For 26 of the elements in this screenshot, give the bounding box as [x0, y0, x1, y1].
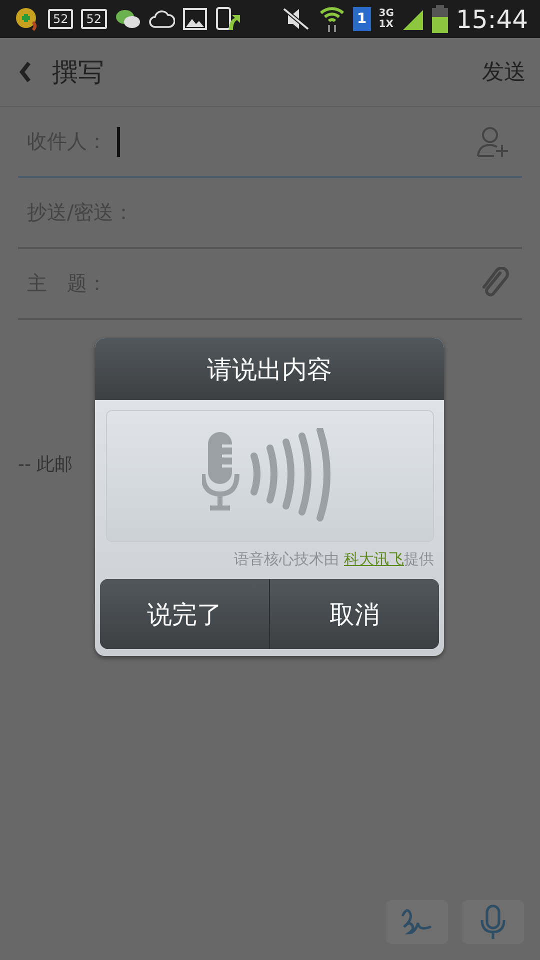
- credit-text: 语音核心技术由 科大讯飞提供: [233, 549, 435, 569]
- chat-icon: [114, 7, 141, 31]
- battery-badge: 52: [48, 9, 74, 29]
- wifi-icon: [318, 5, 345, 33]
- microphone-icon: [479, 904, 507, 940]
- network-label: 3G: [378, 8, 394, 19]
- image-icon: [182, 8, 207, 30]
- sim-badge: 1: [352, 7, 371, 31]
- handwriting-button[interactable]: [386, 900, 448, 944]
- battery-icon: [432, 5, 448, 33]
- network-label: 1X: [378, 19, 394, 30]
- send-button[interactable]: 发送: [482, 57, 526, 87]
- add-contact-icon[interactable]: [476, 124, 510, 158]
- cloud-icon: [148, 8, 175, 30]
- mute-icon: [280, 6, 311, 32]
- vendor-link[interactable]: 科大讯飞: [344, 550, 404, 568]
- battery-badge: 52: [81, 9, 107, 29]
- phone-upload-icon: [214, 6, 241, 32]
- back-icon: [18, 60, 32, 84]
- voice-input-button[interactable]: [462, 900, 524, 944]
- done-button[interactable]: 说完了: [100, 579, 269, 649]
- squiggle-icon: [400, 907, 434, 937]
- dialog-title: 请说出内容: [95, 338, 444, 400]
- page-title: 撰写: [52, 56, 104, 90]
- clock-time: 15:44: [456, 4, 528, 34]
- cancel-button[interactable]: 取消: [270, 579, 439, 649]
